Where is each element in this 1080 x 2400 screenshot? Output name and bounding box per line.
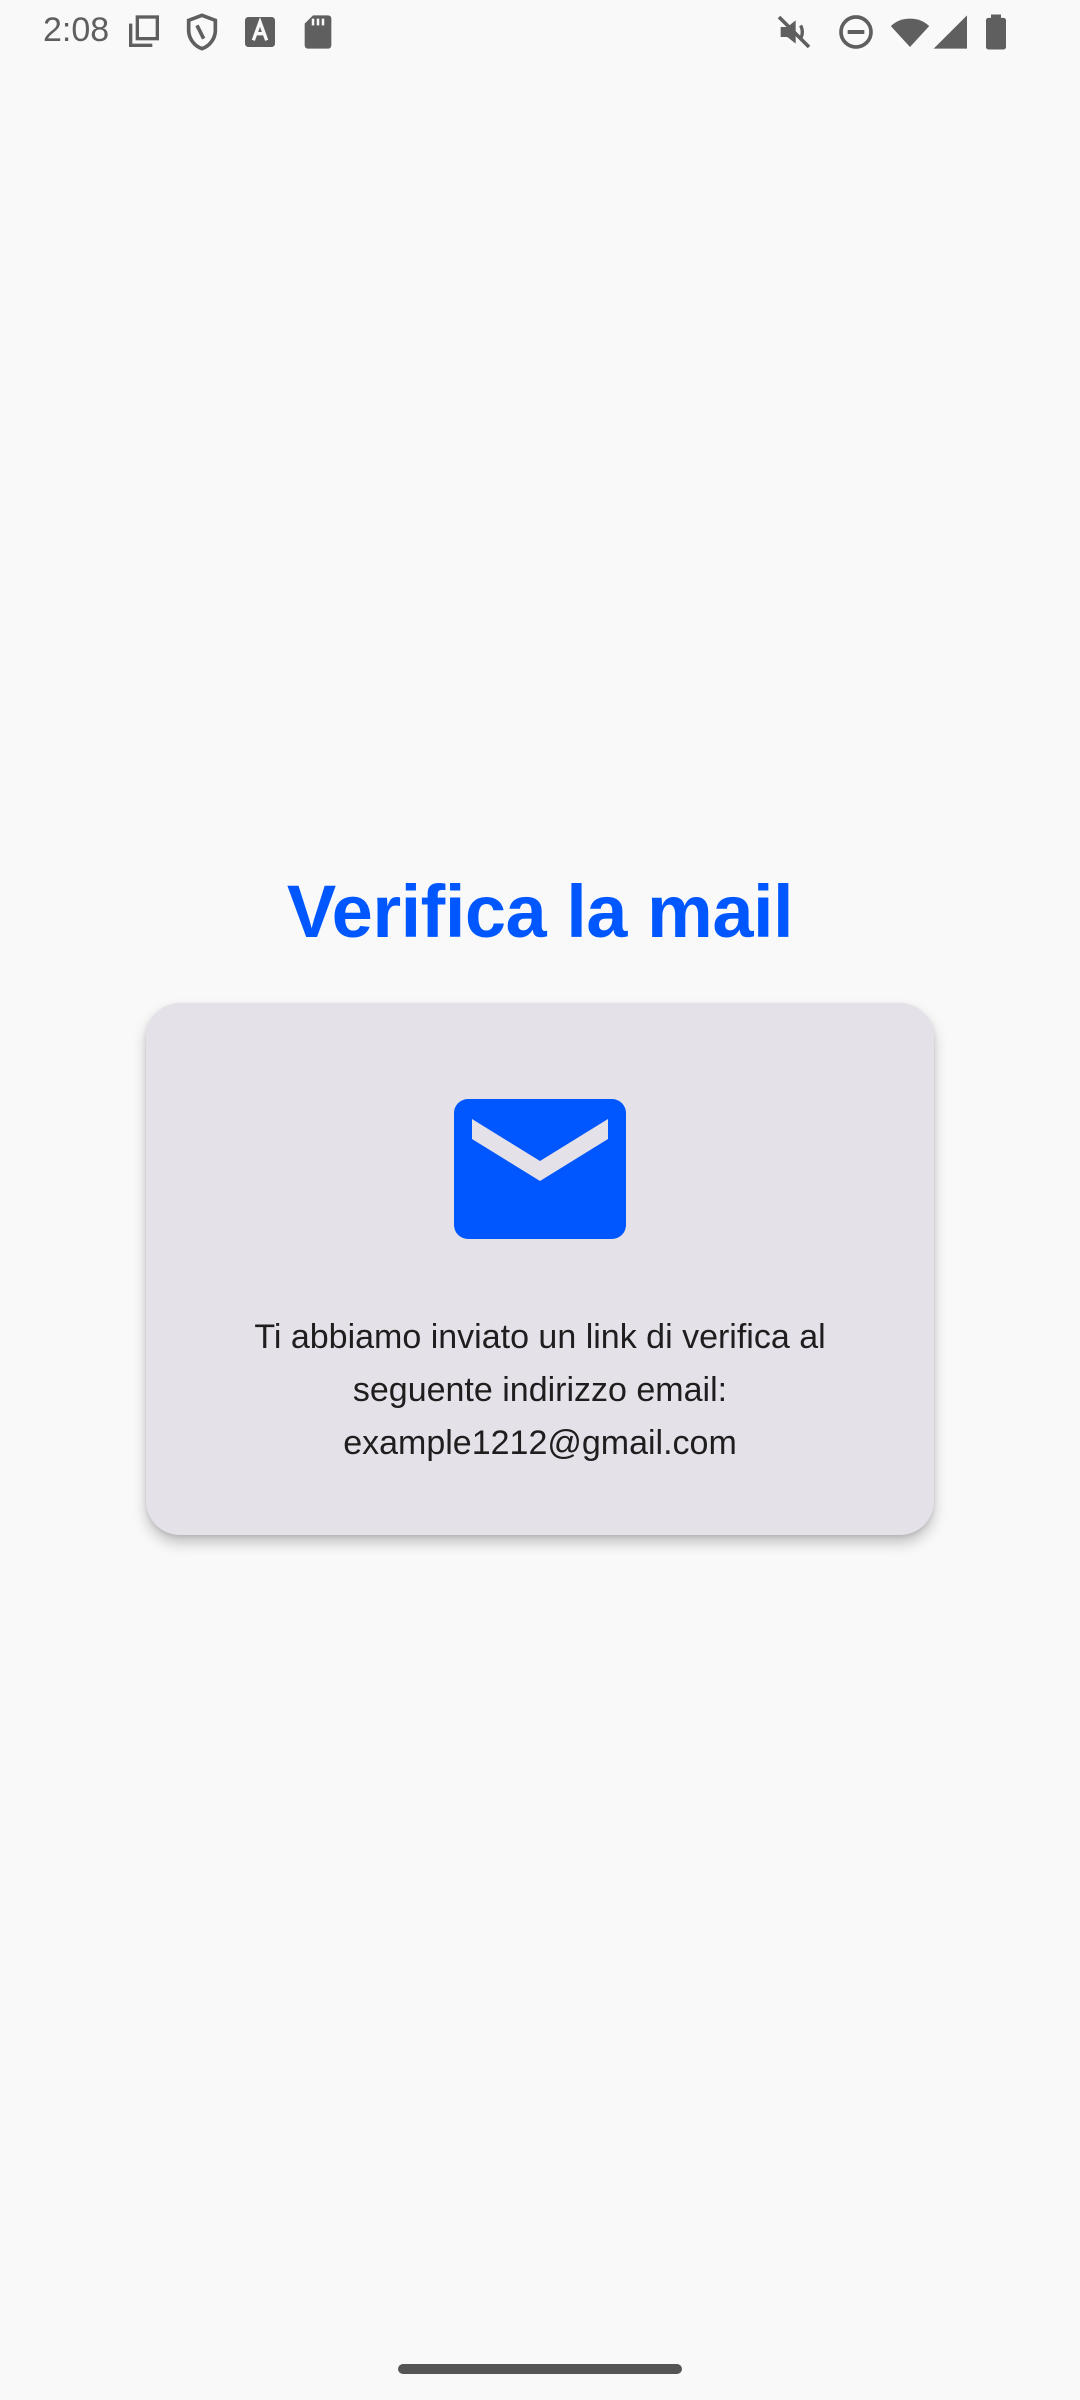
verification-card: Ti abbiamo inviato un link di verifica a… (146, 1003, 934, 1535)
gesture-nav-bar[interactable] (398, 2364, 682, 2374)
sd-card-icon (298, 12, 338, 52)
message-line-1: Ti abbiamo inviato un link di verifica a… (254, 1318, 826, 1356)
cellular-signal-icon (932, 12, 972, 52)
message-line-2: seguente indirizzo email: (352, 1371, 728, 1409)
email-address: example1212@gmail.com (343, 1424, 737, 1462)
screenshot-icon (124, 12, 164, 52)
do-not-disturb-icon (836, 12, 876, 52)
status-time: 2:08 (43, 11, 110, 49)
wifi-icon (890, 12, 930, 52)
page-title: Verifica la mail (286, 870, 794, 953)
vibrate-mute-icon (774, 12, 814, 52)
verification-message: Ti abbiamo inviato un link di verifica a… (186, 1311, 894, 1470)
font-a-icon (240, 12, 280, 52)
battery-icon (976, 12, 1016, 52)
status-bar: 2:08 (0, 0, 1080, 64)
mail-icon (454, 1099, 626, 1239)
vpn-shield-icon (182, 12, 222, 52)
